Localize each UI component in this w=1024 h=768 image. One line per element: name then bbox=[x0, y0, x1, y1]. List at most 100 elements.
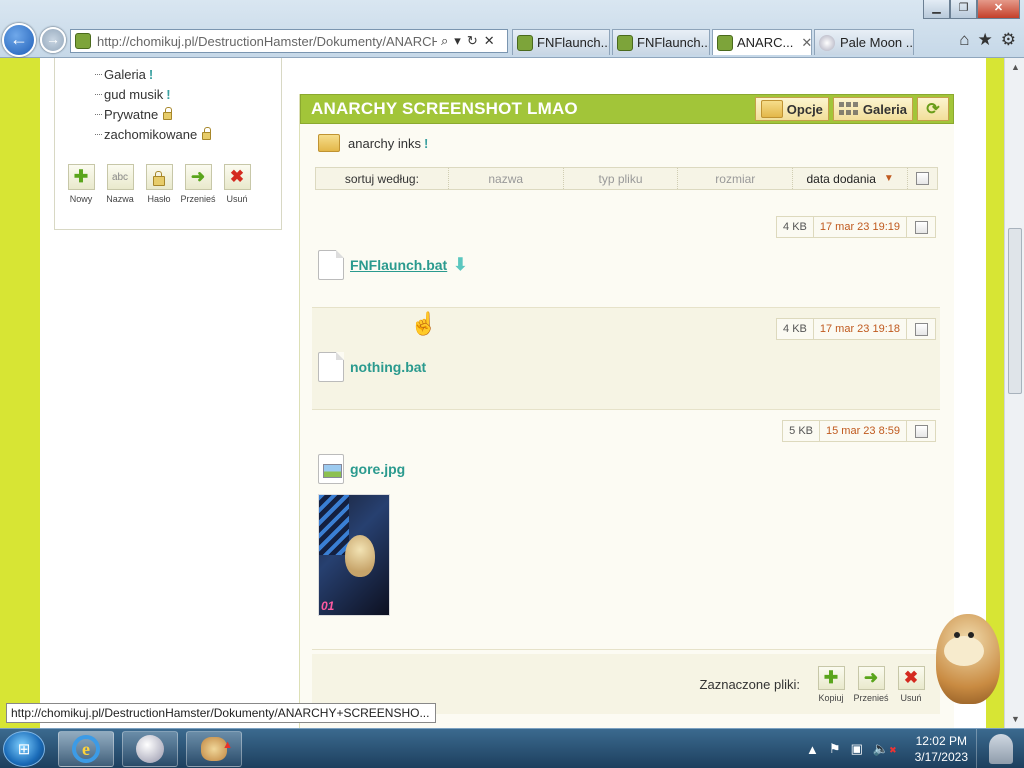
file-name[interactable]: FNFlaunch.bat bbox=[350, 257, 447, 273]
tab-fnflaunch-1[interactable]: FNFlaunch.... bbox=[512, 29, 610, 55]
rename-icon: abc bbox=[106, 164, 134, 190]
image-file-icon bbox=[318, 454, 344, 484]
new-folder-button[interactable]: ✚ Nowy bbox=[67, 164, 95, 204]
show-hidden-icons-arrow[interactable]: ▲ bbox=[806, 742, 819, 757]
scrollbar-thumb[interactable] bbox=[1008, 228, 1022, 394]
file-row: 5 KB 15 mar 23 8:59 gore.jpg 01 bbox=[312, 410, 940, 650]
page-content: Galeria ! gud musik ! Prywatne zachomiko… bbox=[40, 58, 986, 728]
back-button[interactable]: ← bbox=[2, 23, 36, 57]
copy-selected-button[interactable]: ✚ Kopiuj bbox=[816, 665, 846, 703]
file-checkbox[interactable] bbox=[914, 424, 928, 438]
delete-icon: ✖ bbox=[223, 164, 251, 190]
tree-item-galeria[interactable]: Galeria ! bbox=[95, 64, 211, 84]
sort-bar: sortuj według: nazwa typ pliku rozmiar d… bbox=[315, 167, 938, 190]
file-size: 4 KB bbox=[776, 318, 814, 340]
file-name[interactable]: nothing.bat bbox=[350, 359, 426, 375]
stop-icon[interactable]: ✕ bbox=[484, 33, 495, 49]
file-checkbox-cell bbox=[906, 216, 936, 238]
file-checkbox[interactable] bbox=[914, 322, 928, 336]
move-folder-button[interactable]: ➜ Przenieś bbox=[180, 164, 216, 204]
file-checkbox[interactable] bbox=[914, 220, 928, 234]
site-favicon-icon bbox=[517, 34, 533, 51]
folder-tree: Galeria ! gud musik ! Prywatne zachomiko… bbox=[95, 64, 212, 144]
rename-folder-button[interactable]: abc Nazwa bbox=[106, 164, 134, 204]
show-desktop-button[interactable] bbox=[976, 729, 1024, 768]
tab-pale-moon[interactable]: Pale Moon ... bbox=[814, 29, 914, 55]
file-link[interactable]: nothing.bat bbox=[318, 352, 426, 382]
hamster-app-icon bbox=[201, 737, 233, 761]
vertical-scrollbar[interactable]: ▲ ▼ bbox=[1004, 58, 1024, 728]
taskbar-internet-explorer[interactable]: e bbox=[58, 731, 114, 767]
gallery-button[interactable]: Galeria bbox=[832, 97, 913, 121]
tab-close-icon[interactable]: ✕ bbox=[801, 35, 811, 51]
close-window-button[interactable]: ✕ bbox=[977, 0, 1020, 19]
sort-by-date[interactable]: data dodania ▼ bbox=[792, 168, 907, 189]
action-center-flag-icon[interactable]: ⚑ bbox=[829, 741, 841, 757]
tab-anarchy-active[interactable]: ANARC... ✕ bbox=[712, 29, 812, 55]
scroll-down-arrow-icon[interactable]: ▼ bbox=[1011, 714, 1020, 724]
subfolder-label[interactable]: anarchy inks bbox=[348, 136, 421, 151]
taskbar-hamster-app[interactable] bbox=[186, 731, 242, 767]
file-meta: 4 KB 17 mar 23 19:19 bbox=[776, 216, 936, 238]
file-size: 5 KB bbox=[782, 420, 820, 442]
new-content-marker-icon: ! bbox=[148, 66, 154, 82]
hamster-mascot bbox=[922, 604, 1006, 710]
password-button[interactable]: Hasło bbox=[145, 164, 173, 204]
image-thumbnail[interactable]: 01 bbox=[318, 494, 390, 616]
new-content-marker-icon: ! bbox=[423, 135, 429, 151]
file-meta: 4 KB 17 mar 23 19:18 bbox=[776, 318, 936, 340]
refresh-icon[interactable]: ↻ bbox=[467, 33, 478, 49]
back-arrow-icon: ← bbox=[10, 29, 28, 49]
clock[interactable]: 12:02 PM 3/17/2023 bbox=[915, 733, 968, 765]
home-icon[interactable]: ⌂ bbox=[959, 30, 969, 50]
scroll-up-arrow-icon[interactable]: ▲ bbox=[1011, 62, 1020, 72]
dropdown-icon[interactable]: ▾ bbox=[454, 33, 461, 49]
volume-muted-icon[interactable]: 🔈✖ bbox=[873, 741, 897, 757]
settings-icon[interactable]: ⚙ bbox=[1001, 30, 1016, 50]
refresh-button[interactable]: ⟳ bbox=[917, 97, 949, 121]
delete-folder-button[interactable]: ✖ Usuń bbox=[223, 164, 251, 204]
status-url-tooltip: http://chomikuj.pl/DestructionHamster/Do… bbox=[6, 703, 436, 723]
plus-icon: ✚ bbox=[67, 164, 95, 190]
taskbar-pale-moon[interactable] bbox=[122, 731, 178, 767]
tree-item-zachomikowane[interactable]: zachomikowane bbox=[95, 124, 212, 144]
document-icon bbox=[318, 352, 344, 382]
document-icon bbox=[318, 250, 344, 280]
file-date: 17 mar 23 19:18 bbox=[812, 318, 907, 340]
file-link[interactable]: FNFlaunch.bat ⬇ bbox=[318, 250, 467, 280]
sort-by-name[interactable]: nazwa bbox=[447, 168, 563, 189]
start-button[interactable]: ⊞ bbox=[3, 731, 45, 767]
url-text[interactable]: http://chomikuj.pl/DestructionHamster/Do… bbox=[97, 34, 437, 49]
browser-chrome: ▁ ❐ ✕ ← → http://chomikuj.pl/Destruction… bbox=[0, 0, 1024, 58]
options-button[interactable]: Opcje bbox=[754, 97, 829, 121]
page-background: Galeria ! gud musik ! Prywatne zachomiko… bbox=[0, 58, 1004, 728]
favorites-icon[interactable]: ★ bbox=[978, 30, 993, 50]
file-date: 17 mar 23 19:19 bbox=[812, 216, 907, 238]
move-selected-button[interactable]: ➜ Przenieś bbox=[853, 665, 889, 703]
sort-desc-arrow-icon: ▼ bbox=[883, 173, 894, 184]
lock-icon bbox=[163, 107, 173, 120]
minimize-button[interactable]: ▁ bbox=[923, 0, 950, 19]
move-arrow-icon: ➜ bbox=[857, 665, 885, 690]
file-row: 4 KB 17 mar 23 19:19 FNFlaunch.bat ⬇ bbox=[312, 206, 940, 308]
copy-icon: ✚ bbox=[817, 665, 845, 690]
download-arrow-icon[interactable]: ⬇ bbox=[453, 255, 467, 275]
subfolder-item[interactable]: anarchy inks ! bbox=[318, 134, 428, 152]
forward-button[interactable]: → bbox=[40, 27, 66, 53]
tree-item-prywatne[interactable]: Prywatne bbox=[95, 104, 211, 124]
internet-explorer-icon: e bbox=[72, 735, 100, 763]
network-icon[interactable]: ▣ bbox=[851, 741, 863, 757]
window-controls: ▁ ❐ ✕ bbox=[923, 0, 1020, 19]
sort-by-type[interactable]: typ pliku bbox=[562, 168, 678, 189]
select-all-checkbox[interactable] bbox=[916, 172, 929, 185]
tab-fnflaunch-2[interactable]: FNFlaunch.... bbox=[612, 29, 710, 55]
file-link[interactable]: gore.jpg bbox=[318, 454, 405, 484]
file-checkbox-cell bbox=[906, 318, 936, 340]
file-name[interactable]: gore.jpg bbox=[350, 461, 405, 477]
search-icon[interactable]: ⌕ bbox=[441, 33, 448, 49]
sort-by-size[interactable]: rozmiar bbox=[677, 168, 792, 189]
tree-item-gud-musik[interactable]: gud musik ! bbox=[95, 84, 211, 104]
folder-actions: ✚ Nowy abc Nazwa Hasło ➜ Przenieś ✖ Usuń bbox=[67, 164, 251, 204]
maximize-button[interactable]: ❐ bbox=[950, 0, 977, 19]
address-bar[interactable]: http://chomikuj.pl/DestructionHamster/Do… bbox=[70, 29, 508, 53]
